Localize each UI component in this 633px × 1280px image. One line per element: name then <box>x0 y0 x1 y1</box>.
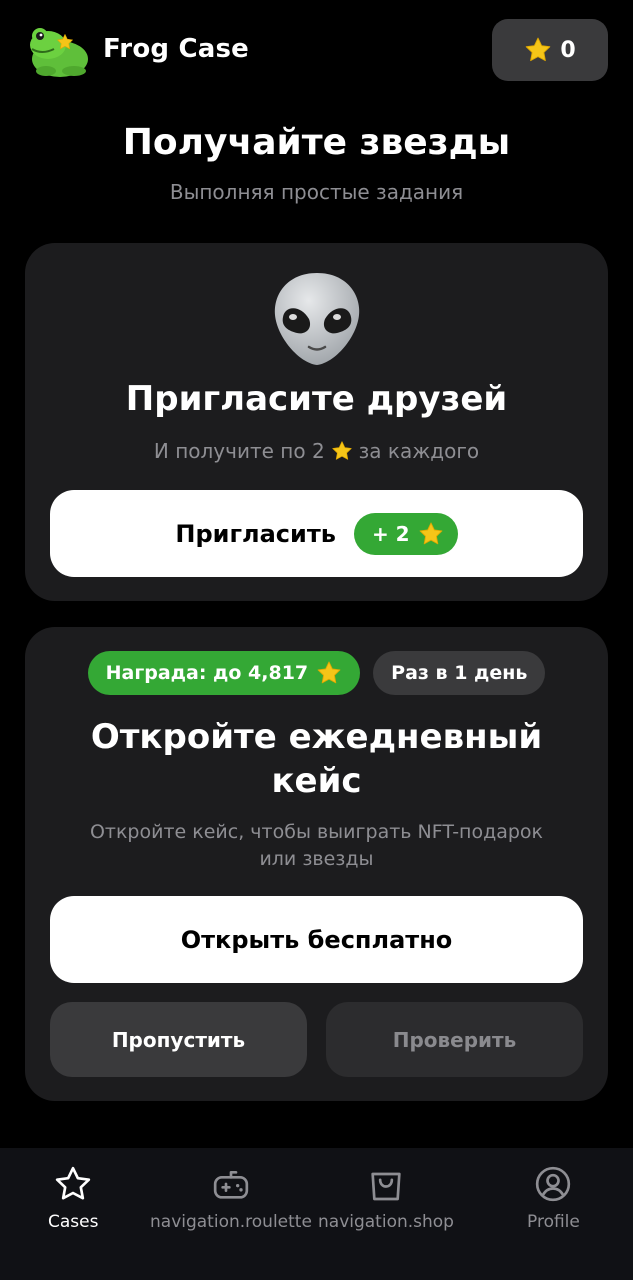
daily-badges: Награда: до 4,817 Раз в 1 день <box>25 651 608 695</box>
invite-subtitle: И получите по 2 за каждого <box>25 439 608 463</box>
star-balance-value: 0 <box>560 37 576 63</box>
shopping-bag-icon <box>371 1172 401 1201</box>
frequency-badge: Раз в 1 день <box>373 651 546 695</box>
nav-label-shop: navigation.shop <box>318 1212 454 1232</box>
star-balance-button[interactable]: 0 <box>492 19 608 81</box>
frog-logo-icon <box>26 23 92 79</box>
nav-label-roulette: navigation.roulette <box>150 1212 312 1232</box>
star-icon <box>418 521 444 547</box>
star-icon <box>524 36 552 64</box>
app-title: Frog Case <box>103 34 249 64</box>
check-button[interactable]: Проверить <box>326 1002 583 1077</box>
gamepad-icon <box>213 1171 249 1199</box>
user-circle-icon <box>536 1166 571 1202</box>
invite-subtitle-prefix: И получите по 2 <box>153 439 325 463</box>
invite-reward-pill: + 2 <box>353 512 458 555</box>
nav-item-shop[interactable]: navigation.shop <box>318 1164 454 1232</box>
app-header: Frog Case 0 <box>0 0 633 100</box>
open-free-button[interactable]: Открыть бесплатно <box>50 896 583 983</box>
alien-icon <box>271 271 363 367</box>
star-icon <box>56 1166 91 1200</box>
daily-subtitle-line1: Откройте кейс, чтобы выиграть NFT-подаро… <box>89 821 544 843</box>
daily-case-card: Награда: до 4,817 Раз в 1 день Откройте … <box>25 627 608 1101</box>
nav-item-profile[interactable]: Profile <box>527 1164 580 1232</box>
page-title: Получайте звезды <box>122 122 511 163</box>
invite-reward-value: + 2 <box>371 521 410 546</box>
nav-label-profile: Profile <box>527 1212 580 1232</box>
reward-badge: Награда: до 4,817 <box>87 651 361 695</box>
star-icon <box>331 440 353 462</box>
daily-title-line1: Откройте ежедневный <box>90 717 543 757</box>
reward-badge-label: Награда: до 4,817 <box>105 662 309 684</box>
daily-subtitle-line2: или звезды <box>259 848 374 870</box>
nav-label-cases: Cases <box>48 1212 99 1232</box>
daily-title-line2: кейс <box>271 761 362 801</box>
star-icon <box>316 660 342 686</box>
daily-subtitle: Откройте кейс, чтобы выиграть NFT-подаро… <box>45 819 588 873</box>
invite-subtitle-suffix: за каждого <box>358 439 480 463</box>
nav-item-cases[interactable]: Cases <box>48 1164 98 1232</box>
open-free-button-label: Открыть бесплатно <box>180 925 453 954</box>
nav-item-roulette[interactable]: navigation.roulette <box>150 1164 312 1232</box>
invite-friends-card: Пригласите друзей И получите по 2 за каж… <box>25 243 608 601</box>
invite-button-label: Пригласить <box>175 519 336 548</box>
daily-title: Откройте ежедневный кейс <box>25 715 608 803</box>
invite-button[interactable]: Пригласить + 2 <box>50 490 583 577</box>
frequency-badge-label: Раз в 1 день <box>391 662 528 684</box>
skip-button[interactable]: Пропустить <box>50 1002 307 1077</box>
page-subtitle: Выполняя простые задания <box>169 180 464 204</box>
bottom-navigation: Cases navigation.roulette navigation.sho… <box>0 1148 633 1280</box>
invite-title: Пригласите друзей <box>125 379 508 419</box>
